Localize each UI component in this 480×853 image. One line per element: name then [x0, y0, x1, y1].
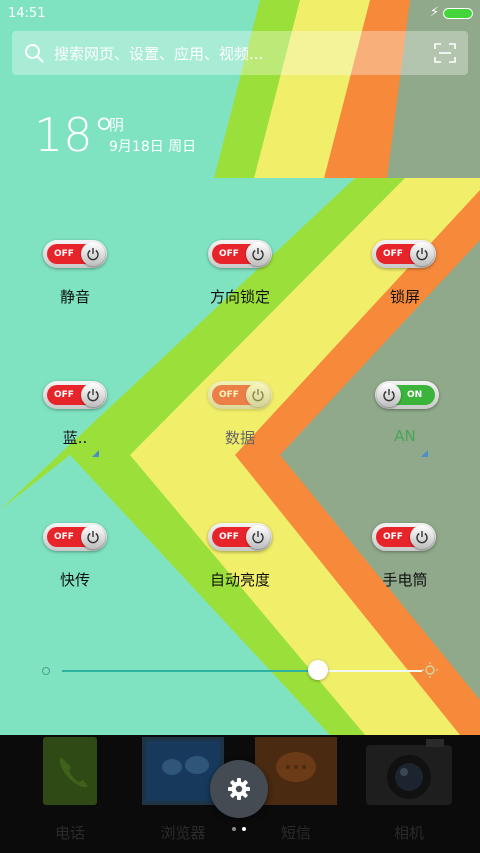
search-icon: [25, 44, 44, 63]
toggle-label: 手电筒: [382, 571, 428, 589]
power-icon: [246, 525, 270, 549]
toggle-cell-auto-brightness: OFF 自动亮度: [165, 523, 315, 613]
rotation-lock-toggle[interactable]: OFF: [208, 240, 272, 268]
page-dot: [232, 827, 236, 831]
power-icon: [377, 383, 401, 407]
toggle-label: 快传: [59, 571, 90, 589]
wlan-toggle[interactable]: ON: [375, 381, 439, 409]
toggle-cell-lock-screen: OFF 锁屏: [330, 240, 480, 330]
power-icon: [81, 383, 105, 407]
mobile-data-toggle[interactable]: OFF: [208, 381, 272, 409]
settings-button[interactable]: [210, 760, 268, 818]
power-icon: [81, 525, 105, 549]
toggle-cell-mute: OFF 静音: [0, 240, 150, 330]
search-bar[interactable]: 搜索网页、设置、应用、视频...: [12, 31, 468, 75]
weather-temperature: 18°: [34, 108, 116, 162]
toggle-label: 锁屏: [389, 288, 420, 306]
charging-icon: ⚡: [430, 5, 440, 20]
toggle-state-label: OFF: [219, 390, 239, 400]
toggle-label: 方向锁定: [209, 288, 270, 306]
toggle-state-label: OFF: [54, 249, 74, 259]
app-label: 浏览器: [160, 824, 206, 842]
toggle-state-label: OFF: [54, 390, 74, 400]
toggle-cell-wlan: ON AN: [330, 381, 480, 471]
app-label: 电话: [54, 824, 85, 842]
flashlight-toggle[interactable]: OFF: [372, 523, 436, 551]
page-dot-active: [242, 827, 246, 831]
dock-app-camera[interactable]: 相机: [354, 735, 464, 853]
more-options-icon[interactable]: [92, 450, 99, 457]
toggle-state-label: OFF: [383, 532, 403, 542]
app-label: 短信: [280, 824, 311, 842]
toggle-label: 静音: [59, 288, 90, 306]
status-time: 14:51: [8, 6, 46, 21]
toggle-state-label: OFF: [383, 249, 403, 259]
slider-thumb[interactable]: [308, 660, 328, 680]
weather-condition: 阴: [109, 116, 125, 134]
camera-icon: [366, 739, 452, 805]
toggle-label: 数据: [224, 429, 255, 447]
slider-fill: [62, 670, 318, 672]
phone-icon: [43, 737, 97, 805]
toggle-cell-flashlight: OFF 手电筒: [330, 523, 480, 613]
power-icon: [246, 383, 270, 407]
toggle-cell-quick-share: OFF 快传: [0, 523, 150, 613]
toggle-state-label: OFF: [219, 249, 239, 259]
weather-date: 9月18日 周日: [109, 139, 197, 155]
toggle-cell-mobile-data: OFF 数据: [165, 381, 315, 471]
power-icon: [246, 242, 270, 266]
toggle-state-label: OFF: [54, 532, 74, 542]
power-icon: [410, 525, 434, 549]
brightness-high-icon: [422, 662, 438, 678]
toggle-state-label: OFF: [219, 532, 239, 542]
battery-icon: [443, 8, 473, 19]
search-placeholder: 搜索网页、设置、应用、视频...: [54, 45, 264, 63]
brightness-low-icon: [42, 667, 50, 675]
toggle-label: 自动亮度: [209, 571, 270, 589]
toggle-label: AN: [394, 427, 416, 445]
power-icon: [410, 242, 434, 266]
app-label: 相机: [393, 824, 424, 842]
power-icon: [81, 242, 105, 266]
status-bar: 14:51 ⚡: [0, 0, 480, 28]
auto-brightness-toggle[interactable]: OFF: [208, 523, 272, 551]
more-options-icon[interactable]: [421, 450, 428, 457]
mute-toggle[interactable]: OFF: [43, 240, 107, 268]
gear-icon: [228, 778, 250, 800]
toggle-state-label: ON: [407, 390, 423, 400]
lock-screen-toggle[interactable]: OFF: [372, 240, 436, 268]
bluetooth-toggle[interactable]: OFF: [43, 381, 107, 409]
quick-share-toggle[interactable]: OFF: [43, 523, 107, 551]
brightness-slider[interactable]: [40, 660, 440, 682]
toggle-cell-rotation-lock: OFF 方向锁定: [165, 240, 315, 330]
dock-app-phone[interactable]: 电话: [15, 735, 125, 853]
scan-icon[interactable]: [434, 43, 456, 63]
toggle-label: 蓝..: [62, 429, 88, 447]
toggle-cell-bluetooth: OFF 蓝..: [0, 381, 150, 471]
